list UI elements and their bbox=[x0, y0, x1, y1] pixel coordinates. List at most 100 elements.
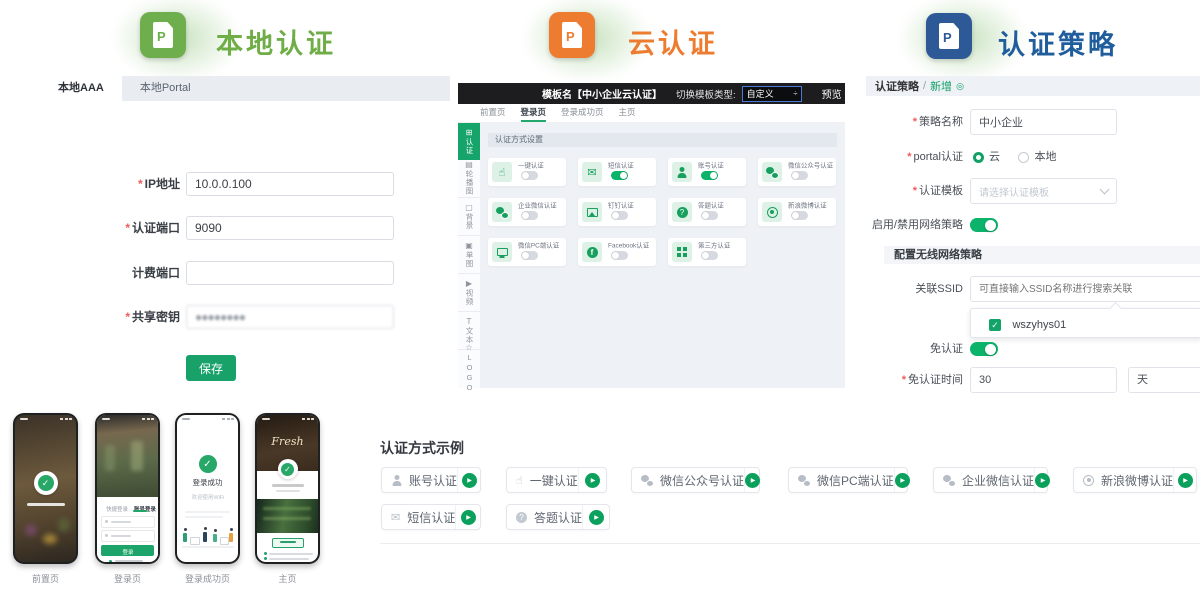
method-card: ✉ 短信认证 bbox=[578, 158, 656, 186]
auth-port-input[interactable] bbox=[186, 216, 394, 240]
tab-home-page[interactable]: 主页 bbox=[619, 106, 636, 122]
play-button[interactable]: ▶ bbox=[744, 468, 760, 492]
method-toggle[interactable] bbox=[701, 171, 718, 180]
cloud-auth-app-icon: P bbox=[549, 12, 595, 58]
ip-input[interactable] bbox=[186, 172, 394, 196]
play-button[interactable]: ▶ bbox=[455, 505, 480, 529]
auth-port-label: 认证端口 bbox=[132, 221, 180, 235]
example-chip-wechat-pc: 微信PC端认证 ▶ bbox=[788, 467, 908, 493]
p-document-icon: P bbox=[153, 22, 173, 48]
quick-login-tab: 快捷登录 bbox=[106, 506, 128, 513]
play-button[interactable]: ▶ bbox=[457, 468, 480, 492]
shared-key-label: 共享密钥 bbox=[132, 310, 180, 324]
tab-login-success-page[interactable]: 登录成功页 bbox=[561, 106, 604, 122]
method-toggle[interactable] bbox=[701, 251, 718, 260]
template-type-select[interactable]: 自定义 ÷ bbox=[742, 86, 802, 102]
sidebar-item-logo[interactable]: ☆LOGO bbox=[458, 350, 480, 387]
sidebar-item-image[interactable]: ▣单图 bbox=[458, 236, 480, 274]
save-button[interactable]: 保存 bbox=[186, 355, 236, 381]
radio-cloud[interactable] bbox=[973, 152, 984, 163]
method-card: 第三方认证 bbox=[668, 238, 746, 266]
template-name: 模板名【中小企业云认证】 bbox=[542, 86, 662, 101]
cloud-auth-title: 云认证 bbox=[628, 22, 718, 61]
user-icon bbox=[391, 475, 402, 486]
wifi-logo: ✓ bbox=[34, 471, 58, 495]
play-button[interactable]: ▶ bbox=[1034, 468, 1050, 492]
policy-panel: 认证策略 / 新增 ◎ *策略名称 *portal认证 云 本地 *认证模板 请… bbox=[855, 70, 1200, 400]
sidebar-item-background[interactable]: ▢背景 bbox=[458, 198, 480, 236]
tab-login-page[interactable]: 登录页 bbox=[521, 106, 547, 122]
policy-title: 认证策略 bbox=[998, 23, 1118, 62]
acct-port-input[interactable] bbox=[186, 261, 394, 285]
method-toggle[interactable] bbox=[521, 251, 538, 260]
wifi-logo: ✓ bbox=[278, 459, 298, 479]
ssid-option-row[interactable]: ✓ wszyhys01 bbox=[989, 316, 1066, 334]
acct-port-row: 计费端口 bbox=[70, 261, 400, 285]
auth-method-section-title: 认证方式设置 bbox=[488, 133, 837, 147]
enable-policy-label: 启用/禁用网络策略 bbox=[855, 212, 963, 238]
ssid-label: 关联SSID bbox=[855, 276, 963, 302]
portal-auth-label: portal认证 bbox=[913, 151, 963, 163]
auth-template-label: 认证模板 bbox=[919, 185, 963, 197]
page: P 本地认证 本地AAA 本地Portal *IP地址 *认证端口 计费端口 *… bbox=[0, 0, 1200, 591]
method-toggle[interactable] bbox=[611, 251, 628, 260]
wechat-icon bbox=[641, 475, 653, 486]
radio-local[interactable] bbox=[1018, 152, 1029, 163]
caption-success-page: 登录成功页 bbox=[175, 572, 240, 585]
example-chip-account: 账号认证 ▶ bbox=[381, 467, 481, 493]
sidebar-item-auth[interactable]: ⊞认证 bbox=[458, 123, 480, 160]
enable-policy-toggle[interactable] bbox=[970, 218, 998, 232]
p-document-icon: P bbox=[939, 23, 959, 49]
free-time-input[interactable] bbox=[970, 367, 1117, 393]
local-auth-title: 本地认证 bbox=[216, 22, 336, 61]
video-icon: ▶ bbox=[466, 280, 472, 288]
wechat-icon bbox=[766, 167, 778, 178]
sidebar-item-carousel[interactable]: ▤轮播图 bbox=[458, 160, 480, 198]
play-button[interactable]: ▶ bbox=[894, 468, 910, 492]
method-toggle[interactable] bbox=[611, 171, 628, 180]
spinner-icon: ÷ bbox=[793, 89, 800, 98]
star-icon: ☆ bbox=[465, 344, 472, 352]
play-button[interactable]: ▶ bbox=[582, 505, 609, 529]
example-chip-quiz: 答题认证 ▶ bbox=[506, 504, 610, 530]
method-toggle[interactable] bbox=[791, 171, 808, 180]
method-card: ☝ 一键认证 bbox=[488, 158, 566, 186]
breadcrumb-new[interactable]: 新增 bbox=[930, 78, 952, 94]
method-card: Facebook认证 bbox=[578, 238, 656, 266]
shared-key-input[interactable] bbox=[186, 305, 394, 329]
ssid-search-input[interactable] bbox=[970, 276, 1200, 302]
method-toggle[interactable] bbox=[791, 211, 808, 220]
free-time-unit: 天 bbox=[1128, 367, 1200, 393]
wechat-pc-icon bbox=[497, 248, 508, 256]
template-editor-body: ⊞认证 ▤轮播图 ▢背景 ▣单图 ▶视频 T文本 ☆LOGO 认证方式设置 ☝ … bbox=[458, 123, 845, 388]
method-toggle[interactable] bbox=[701, 211, 718, 220]
tab-local-aaa[interactable]: 本地AAA bbox=[40, 76, 122, 101]
auth-template-select[interactable]: 请选择认证模板 bbox=[970, 178, 1117, 204]
sidebar-item-video[interactable]: ▶视频 bbox=[458, 274, 480, 312]
wireless-section-title: 配置无线网络策略 bbox=[884, 246, 1200, 264]
example-chip-wecom: 企业微信认证 ▶ bbox=[933, 467, 1048, 493]
phone-login-page: 快捷登录 账号登录 登录 bbox=[95, 413, 160, 564]
method-toggle[interactable] bbox=[521, 171, 538, 180]
ip-label: IP地址 bbox=[145, 177, 180, 191]
free-time-label: 免认证时间 bbox=[908, 374, 963, 386]
ssid-dropdown: ✓ wszyhys01 bbox=[970, 308, 1200, 338]
policy-name-input[interactable] bbox=[970, 109, 1117, 135]
method-toggle[interactable] bbox=[521, 211, 538, 220]
breadcrumb: 认证策略 / 新增 ◎ bbox=[866, 76, 1200, 96]
facebook-icon bbox=[587, 247, 598, 258]
phone-home-page: Fresh ✓ bbox=[255, 413, 320, 564]
free-auth-toggle[interactable] bbox=[970, 342, 998, 356]
tab-front-page[interactable]: 前置页 bbox=[480, 106, 506, 122]
example-chip-onekey: ☝ 一键认证 ▶ bbox=[506, 467, 607, 493]
grid-icon: ⊞ bbox=[466, 129, 473, 137]
weibo-icon bbox=[767, 207, 778, 218]
method-toggle[interactable] bbox=[611, 211, 628, 220]
auth-port-row: *认证端口 bbox=[70, 216, 400, 240]
tab-local-portal[interactable]: 本地Portal bbox=[122, 76, 209, 101]
preview-button[interactable]: 预览 bbox=[822, 86, 842, 101]
phone-success-page: ✓ 登录成功 欢迎使用WiFi bbox=[175, 413, 240, 564]
checkbox-checked-icon[interactable]: ✓ bbox=[989, 319, 1001, 331]
play-button[interactable]: ▶ bbox=[1173, 468, 1196, 492]
play-button[interactable]: ▶ bbox=[578, 468, 606, 492]
